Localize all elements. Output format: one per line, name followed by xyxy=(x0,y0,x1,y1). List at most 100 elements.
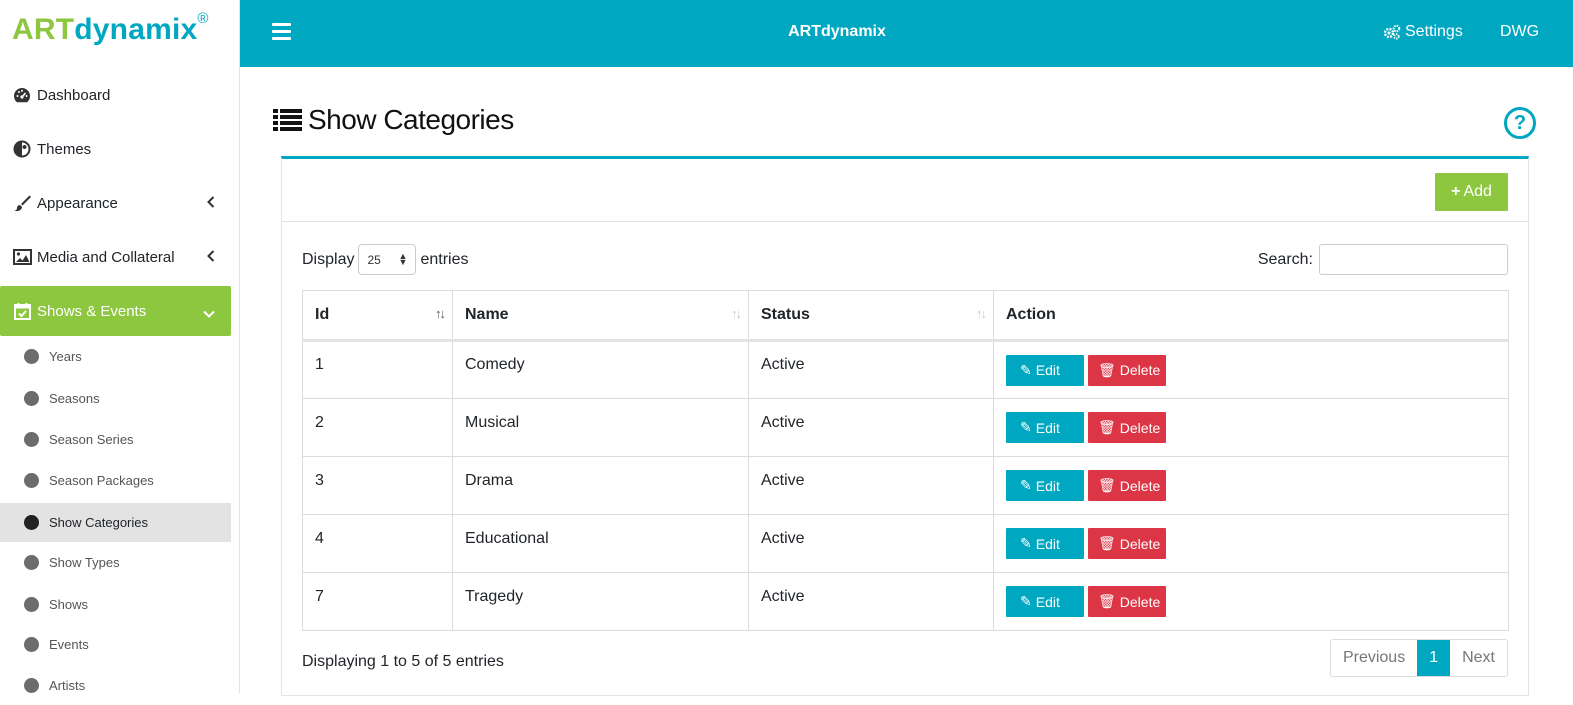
edit-label: Edit xyxy=(1035,362,1060,378)
name-value: Drama xyxy=(465,471,514,489)
delete-button[interactable]: 🗑 Delete xyxy=(1088,528,1166,559)
delete-label: Delete xyxy=(1119,593,1161,610)
cell-action: ✎ Edit 🗑 Delete xyxy=(993,340,1509,399)
entries-select-value: 25 xyxy=(367,252,381,267)
search-input[interactable] xyxy=(1319,244,1508,275)
sidebar-item-label: Shows & Events xyxy=(37,302,147,320)
user-menu[interactable]: DWG xyxy=(1500,23,1539,41)
sidebar-item-shows-events[interactable]: Shows & Events xyxy=(0,286,231,336)
trash-icon: 🗑 xyxy=(1098,593,1116,609)
logo-registered-mark: ® xyxy=(197,10,209,27)
list-icon xyxy=(273,108,302,132)
cell-status: Active xyxy=(748,572,994,631)
length-control: Display 25 ▲ ▼ entries xyxy=(302,244,469,275)
status-value: Active xyxy=(761,471,805,489)
cell-id: 7 xyxy=(302,572,453,631)
bullet-icon xyxy=(24,349,39,364)
bullet-icon xyxy=(24,515,39,530)
delete-button[interactable]: 🗑 Delete xyxy=(1088,470,1166,501)
edit-icon: ✎ xyxy=(1020,477,1032,493)
add-button[interactable]: + Add xyxy=(1435,173,1508,211)
cell-status: Active xyxy=(748,514,994,573)
edit-button[interactable]: ✎ Edit xyxy=(1006,528,1084,559)
table-row: 3 Drama Active ✎ Edit 🗑 Delete xyxy=(302,456,1509,515)
sidebar-subitem-events[interactable]: Events xyxy=(0,625,231,664)
sidebar-subitem-label: Years xyxy=(49,349,82,364)
cell-status: Active xyxy=(748,398,994,457)
name-value: Comedy xyxy=(465,356,525,373)
cell-status: Active xyxy=(748,340,994,399)
display-label: Display xyxy=(302,250,355,268)
trash-icon: 🗑 xyxy=(1098,477,1116,493)
id-value: 1 xyxy=(315,356,324,373)
table-row: 2 Musical Active ✎ Edit 🗑 Delete xyxy=(302,398,1509,457)
cell-name: Educational xyxy=(452,514,749,573)
sidebar-subitem-label: Show Categories xyxy=(49,515,148,530)
edit-button[interactable]: ✎ Edit xyxy=(1006,586,1084,617)
sidebar: ARTdynamix® Dashboard Themes Appearance … xyxy=(0,0,240,693)
sidebar-item-themes[interactable]: Themes xyxy=(0,124,231,174)
edit-button[interactable]: ✎ Edit xyxy=(1006,412,1084,443)
sidebar-item-dashboard[interactable]: Dashboard xyxy=(0,70,231,120)
trash-icon: 🗑 xyxy=(1098,535,1116,551)
cell-id: 3 xyxy=(302,456,453,515)
sidebar-subitem-label: Artists xyxy=(49,678,86,693)
cell-id: 2 xyxy=(302,398,453,457)
column-header-id[interactable]: Id ↑↓ xyxy=(302,290,453,342)
chevron-left-icon xyxy=(207,249,215,266)
edit-button[interactable]: ✎ Edit xyxy=(1006,470,1084,501)
page-header: Show Categories xyxy=(273,104,514,136)
settings-label: Settings xyxy=(1405,23,1463,40)
sidebar-subitem-show-categories[interactable]: Show Categories xyxy=(0,503,231,542)
sidebar-subitem-seasons[interactable]: Seasons xyxy=(0,379,231,418)
sidebar-subitem-artists[interactable]: Artists xyxy=(0,666,231,705)
bullet-icon xyxy=(24,597,39,612)
sidebar-subitem-show-types[interactable]: Show Types xyxy=(0,543,231,582)
search-label: Search: xyxy=(1257,250,1313,268)
help-icon[interactable]: ? xyxy=(1504,107,1536,139)
sidebar-subitem-years[interactable]: Years xyxy=(0,337,231,376)
add-label: Add xyxy=(1463,183,1492,200)
logo[interactable]: ARTdynamix® xyxy=(0,0,239,67)
plus-icon: + xyxy=(1451,183,1461,200)
status-value: Active xyxy=(761,529,805,547)
chevron-down-icon xyxy=(203,305,215,322)
column-header-name[interactable]: Name ↑↓ xyxy=(452,290,749,342)
brush-icon xyxy=(12,194,32,212)
delete-label: Delete xyxy=(1119,419,1161,436)
bullet-icon xyxy=(24,473,39,488)
delete-button[interactable]: 🗑 Delete xyxy=(1088,412,1166,443)
cell-name: Comedy xyxy=(452,340,749,399)
sidebar-subitem-label: Season Packages xyxy=(49,473,154,488)
sidebar-item-media[interactable]: Media and Collateral xyxy=(0,232,231,282)
table-info: Displaying 1 to 5 of 5 entries xyxy=(302,653,504,670)
delete-button[interactable]: 🗑 Delete xyxy=(1088,586,1166,617)
top-bar: ARTdynamix Settings DWG xyxy=(240,0,1573,67)
cell-action: ✎ Edit 🗑 Delete xyxy=(993,398,1509,457)
settings-link[interactable]: Settings xyxy=(1383,23,1463,41)
sidebar-subitem-season-series[interactable]: Season Series xyxy=(0,420,231,459)
sidebar-subitem-season-packages[interactable]: Season Packages xyxy=(0,461,231,500)
column-header-label: Id xyxy=(315,306,330,323)
entries-select[interactable]: 25 ▲ ▼ xyxy=(358,244,417,275)
id-value: 3 xyxy=(315,471,324,489)
sidebar-subitem-label: Show Types xyxy=(49,555,120,570)
delete-label: Delete xyxy=(1119,362,1161,378)
image-icon xyxy=(12,248,32,266)
column-header-status[interactable]: Status ↑↓ xyxy=(748,290,994,342)
sort-icon: ↑↓ xyxy=(435,306,446,321)
next-button[interactable]: Next xyxy=(1450,640,1507,676)
bullet-icon xyxy=(24,432,39,447)
edit-button[interactable]: ✎ Edit xyxy=(1006,354,1084,386)
sidebar-subitem-shows[interactable]: Shows xyxy=(0,585,231,624)
sidebar-item-appearance[interactable]: Appearance xyxy=(0,178,231,228)
logo-art: ART xyxy=(12,13,75,46)
delete-button[interactable]: 🗑 Delete xyxy=(1088,354,1166,386)
bullet-icon xyxy=(24,391,39,406)
cell-name: Musical xyxy=(452,398,749,457)
page-1-button[interactable]: 1 xyxy=(1417,640,1451,676)
edit-icon: ✎ xyxy=(1020,361,1032,378)
sidebar-item-label: Appearance xyxy=(37,194,118,212)
previous-button[interactable]: Previous xyxy=(1331,640,1417,676)
categories-card: + Add Display 25 ▲ ▼ entries Search: Id ↑↓… xyxy=(281,156,1529,696)
